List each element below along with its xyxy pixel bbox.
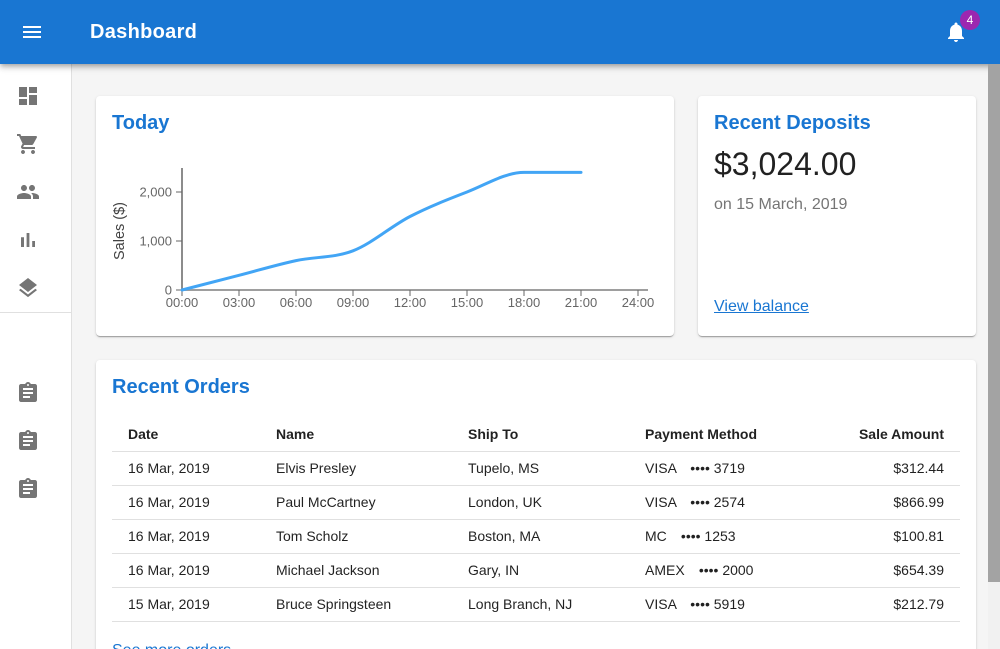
recent-orders-card: Recent Orders DateNameShip ToPayment Met… [96, 360, 976, 649]
sidebar-secondary-list [0, 313, 71, 513]
table-row: 16 Mar, 2019Elvis PresleyTupelo, MSVISA … [112, 451, 960, 485]
column-header: Name [260, 418, 452, 451]
table-cell: $866.99 [828, 485, 960, 519]
table-cell: VISA ⠀•••• 3719 [629, 451, 828, 485]
sales-line-chart: 00:0003:0006:0009:0012:0015:0018:0021:00… [96, 160, 674, 336]
table-cell: Paul McCartney [260, 485, 452, 519]
assignment-icon [16, 429, 40, 453]
svg-text:03:00: 03:00 [223, 295, 256, 310]
see-more-orders-link[interactable]: See more orders [112, 642, 231, 649]
scrollbar-track[interactable] [988, 64, 1000, 649]
sidebar-item-main-1[interactable] [0, 72, 71, 120]
people-icon [16, 180, 40, 204]
sidebar-item-report-1[interactable] [0, 369, 71, 417]
sidebar-item-main-4[interactable] [0, 216, 71, 264]
svg-text:06:00: 06:00 [280, 295, 313, 310]
table-cell: London, UK [452, 485, 629, 519]
recent-deposits-card: Recent Deposits $3,024.00 on 15 March, 2… [698, 96, 976, 336]
table-cell: Bruce Springsteen [260, 587, 452, 621]
assignment-icon [16, 477, 40, 501]
sidebar-subheader-space [0, 321, 71, 369]
deposit-amount: $3,024.00 [714, 146, 856, 183]
table-cell: Michael Jackson [260, 553, 452, 587]
sidebar-item-main-5[interactable] [0, 264, 71, 312]
sidebar-item-report-3[interactable] [0, 465, 71, 513]
table-cell: 15 Mar, 2019 [112, 587, 260, 621]
table-cell: 16 Mar, 2019 [112, 451, 260, 485]
recent-deposits-title: Recent Deposits [714, 112, 871, 135]
svg-text:0: 0 [165, 283, 172, 298]
app-bar: Dashboard 4 [0, 0, 1000, 64]
table-cell: $312.44 [828, 451, 960, 485]
table-cell: Tom Scholz [260, 519, 452, 553]
deposit-date: on 15 March, 2019 [714, 196, 847, 214]
table-row: 15 Mar, 2019Bruce SpringsteenLong Branch… [112, 587, 960, 621]
sidebar-item-main-2[interactable] [0, 120, 71, 168]
menu-button[interactable] [8, 8, 56, 56]
scrollbar-thumb[interactable] [988, 64, 1000, 582]
view-balance-link[interactable]: View balance [714, 298, 809, 316]
column-header: Sale Amount [828, 418, 960, 451]
table-cell: $654.39 [828, 553, 960, 587]
table-cell: Long Branch, NJ [452, 587, 629, 621]
sidebar-main-list [0, 64, 71, 312]
sidebar-item-report-2[interactable] [0, 417, 71, 465]
svg-text:15:00: 15:00 [451, 295, 484, 310]
column-header: Ship To [452, 418, 629, 451]
today-card: Today 00:0003:0006:0009:0012:0015:0018:0… [96, 96, 674, 336]
table-row: 16 Mar, 2019Paul McCartneyLondon, UKVISA… [112, 485, 960, 519]
assignment-icon [16, 381, 40, 405]
today-card-title: Today [112, 112, 169, 135]
page-title: Dashboard [90, 0, 197, 64]
table-cell: Elvis Presley [260, 451, 452, 485]
table-row: 16 Mar, 2019Tom ScholzBoston, MAMC ⠀••••… [112, 519, 960, 553]
svg-text:18:00: 18:00 [508, 295, 541, 310]
y-axis-label: Sales ($) [112, 202, 128, 260]
layers-icon [16, 276, 40, 300]
sidebar-item-main-3[interactable] [0, 168, 71, 216]
table-cell: $212.79 [828, 587, 960, 621]
table-cell: Tupelo, MS [452, 451, 629, 485]
svg-text:24:00: 24:00 [622, 295, 655, 310]
main-content: Today 00:0003:0006:0009:0012:0015:0018:0… [72, 64, 988, 649]
hamburger-icon [20, 20, 44, 44]
svg-text:2,000: 2,000 [139, 185, 172, 200]
orders-table-header-row: DateNameShip ToPayment MethodSale Amount [112, 418, 960, 451]
notifications-button[interactable]: 4 [932, 8, 980, 56]
recent-orders-title: Recent Orders [112, 376, 250, 399]
table-cell: MC ⠀•••• 1253 [629, 519, 828, 553]
orders-table: DateNameShip ToPayment MethodSale Amount… [112, 418, 960, 622]
table-cell: 16 Mar, 2019 [112, 519, 260, 553]
table-cell: 16 Mar, 2019 [112, 485, 260, 519]
table-cell: VISA ⠀•••• 5919 [629, 587, 828, 621]
table-cell: Boston, MA [452, 519, 629, 553]
dashboard-icon [16, 84, 40, 108]
table-cell: 16 Mar, 2019 [112, 553, 260, 587]
svg-text:12:00: 12:00 [394, 295, 427, 310]
table-cell: AMEX ⠀•••• 2000 [629, 553, 828, 587]
table-row: 16 Mar, 2019Michael JacksonGary, INAMEX … [112, 553, 960, 587]
table-cell: $100.81 [828, 519, 960, 553]
svg-text:1,000: 1,000 [139, 234, 172, 249]
table-cell: VISA ⠀•••• 2574 [629, 485, 828, 519]
shopping-cart-icon [16, 132, 40, 156]
notification-badge: 4 [960, 10, 980, 30]
svg-text:21:00: 21:00 [565, 295, 598, 310]
column-header: Date [112, 418, 260, 451]
sales-series-line [182, 172, 581, 290]
column-header: Payment Method [629, 418, 828, 451]
sidebar [0, 64, 72, 649]
svg-text:09:00: 09:00 [337, 295, 370, 310]
table-cell: Gary, IN [452, 553, 629, 587]
bar-chart-icon [16, 228, 40, 252]
